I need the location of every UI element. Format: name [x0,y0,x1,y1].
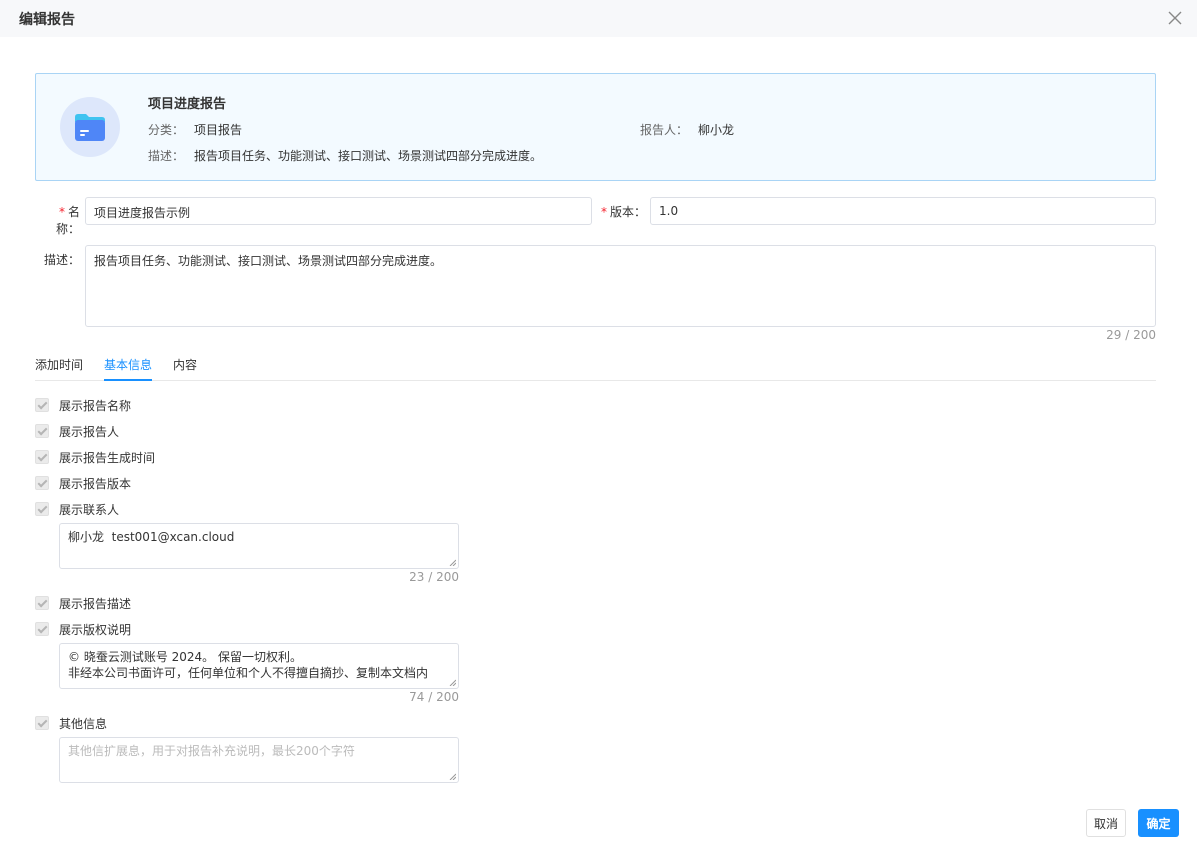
card-reporter: 报告人： 柳小龙 [640,121,734,138]
folder-icon [60,97,120,157]
option-show-name[interactable]: 展示报告名称 [35,396,131,414]
dialog-title: 编辑报告 [19,12,75,28]
checkbox[interactable] [35,424,49,438]
checkbox[interactable] [35,476,49,490]
description-counter: 29 / 200 [1106,328,1156,342]
option-show-time[interactable]: 展示报告生成时间 [35,448,155,466]
option-show-copyright[interactable]: 展示版权说明 [35,620,131,638]
contact-textarea[interactable]: 柳小龙 test001@xcan.cloud [59,523,459,569]
card-reporter-label: 报告人： [640,123,689,137]
copyright-textarea[interactable]: © 晓蚕云测试账号 2024。 保留一切权利。 非经本公司书面许可，任何单位和个… [59,643,459,689]
card-reporter-value: 柳小龙 [698,123,735,137]
tab-content[interactable]: 内容 [173,356,197,381]
card-category-label: 分类： [148,123,185,137]
other-info-textarea[interactable]: 其他信扩展息，用于对报告补充说明，最长200个字符 [59,737,459,783]
card-desc-label: 描述： [148,149,185,163]
close-icon[interactable] [1167,10,1183,26]
card-description: 描述： 报告项目任务、功能测试、接口测试、场景测试四部分完成进度。 [148,147,542,164]
resize-handle-icon[interactable] [449,679,456,686]
checkbox[interactable] [35,622,49,636]
contact-counter: 23 / 200 [409,570,459,584]
option-other-info[interactable]: 其他信息 [35,714,107,732]
description-label: 描述： [43,253,80,267]
option-show-contact[interactable]: 展示联系人 [35,500,119,518]
cancel-button[interactable]: 取消 [1086,809,1126,837]
option-show-description[interactable]: 展示报告描述 [35,594,131,612]
checkbox[interactable] [35,450,49,464]
card-title: 项目进度报告 [148,97,227,112]
name-label: * 名称： [55,205,80,236]
option-show-reporter[interactable]: 展示报告人 [35,422,119,440]
resize-handle-icon[interactable] [449,773,456,780]
version-input[interactable]: 1.0 [650,197,1156,225]
report-info-card: 项目进度报告 分类： 项目报告 报告人： 柳小龙 描述： 报告项目任务、功能测试、接口… [35,73,1156,181]
dialog-header: 编辑报告 [0,0,1197,37]
checkbox[interactable] [35,596,49,610]
tab-basic-info[interactable]: 基本信息 [104,356,153,381]
card-category-value: 项目报告 [194,123,243,137]
required-mark: * [600,205,607,219]
checkbox[interactable] [35,716,49,730]
tab-bar: 添加时间 基本信息 内容 [35,352,1156,381]
option-show-version[interactable]: 展示报告版本 [35,474,131,492]
description-textarea[interactable]: 报告项目任务、功能测试、接口测试、场景测试四部分完成进度。 [85,245,1156,327]
version-label: * 版本： [600,205,646,219]
card-desc-value: 报告项目任务、功能测试、接口测试、场景测试四部分完成进度。 [194,149,543,163]
confirm-button[interactable]: 确定 [1138,809,1179,837]
tab-add-time[interactable]: 添加时间 [35,356,83,381]
required-mark: * [58,205,65,219]
checkbox[interactable] [35,502,49,516]
copyright-counter: 74 / 200 [409,690,459,704]
resize-handle-icon[interactable] [449,559,456,566]
name-input[interactable]: 项目进度报告示例 [85,197,592,225]
checkbox[interactable] [35,398,49,412]
card-category: 分类： 项目报告 [148,121,242,138]
